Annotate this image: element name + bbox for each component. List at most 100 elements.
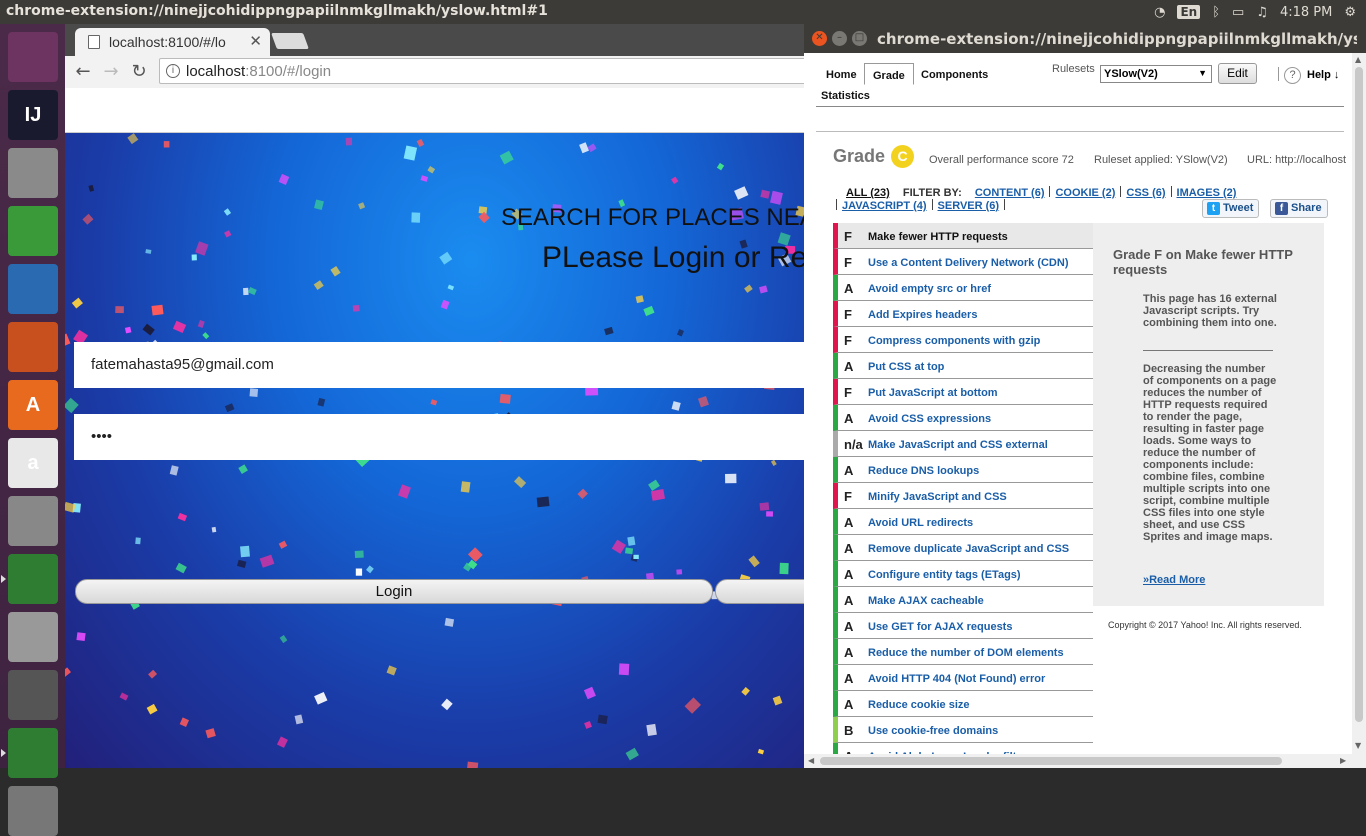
- rule-row[interactable]: A Configure entity tags (ETags): [833, 561, 1093, 587]
- rule-row[interactable]: A Reduce the number of DOM elements: [833, 639, 1093, 665]
- maximize-window-icon[interactable]: □: [852, 31, 867, 46]
- address-bar[interactable]: i localhost:8100/#/login: [159, 58, 819, 84]
- launcher-intellij-icon[interactable]: IJ: [8, 90, 58, 140]
- tweet-button[interactable]: t Tweet: [1202, 199, 1260, 218]
- rule-name[interactable]: Avoid empty src or href: [868, 283, 991, 295]
- rule-name[interactable]: Configure entity tags (ETags): [868, 569, 1021, 581]
- launcher-files-icon[interactable]: [8, 148, 58, 198]
- rule-name[interactable]: Avoid CSS expressions: [868, 413, 991, 425]
- launcher-ubuntu-dash-icon[interactable]: [8, 32, 58, 82]
- rule-name[interactable]: Compress components with gzip: [868, 335, 1040, 347]
- close-window-icon[interactable]: ✕: [812, 31, 827, 46]
- tab-statistics[interactable]: Statistics: [813, 84, 878, 106]
- launcher-chrome-2-icon[interactable]: [8, 728, 58, 778]
- filter-server[interactable]: SERVER (6): [938, 200, 1000, 212]
- filter-all[interactable]: ALL (23): [846, 187, 890, 199]
- browser-tab-login[interactable]: localhost:8100/#/lo ✕: [75, 28, 270, 56]
- filter-images[interactable]: IMAGES (2): [1177, 187, 1237, 199]
- tab-home[interactable]: Home: [818, 63, 865, 85]
- filter-cookie[interactable]: COOKIE (2): [1055, 187, 1115, 199]
- power-gear-icon[interactable]: ⚙: [1344, 5, 1356, 20]
- password-field[interactable]: ••••: [74, 414, 804, 460]
- volume-icon[interactable]: ♫: [1256, 5, 1268, 20]
- launcher-impress-icon[interactable]: [8, 322, 58, 372]
- launcher-software-center-icon[interactable]: A: [8, 380, 58, 430]
- minimize-window-icon[interactable]: –: [832, 31, 847, 46]
- rule-name[interactable]: Put CSS at top: [868, 361, 944, 373]
- rule-row[interactable]: F Use a Content Delivery Network (CDN): [833, 249, 1093, 275]
- wifi-icon[interactable]: ◔: [1154, 5, 1165, 20]
- rule-name[interactable]: Avoid URL redirects: [868, 517, 973, 529]
- scroll-down-arrow-icon[interactable]: ▼: [1355, 741, 1361, 750]
- launcher-amazon-icon[interactable]: a: [8, 438, 58, 488]
- rule-name[interactable]: Make JavaScript and CSS external: [868, 439, 1048, 451]
- email-field[interactable]: fatemahasta95@gmail.com: [74, 342, 804, 388]
- rule-name[interactable]: Put JavaScript at bottom: [868, 387, 998, 399]
- login-button[interactable]: Login: [75, 579, 713, 604]
- rule-row[interactable]: A Use GET for AJAX requests: [833, 613, 1093, 639]
- rule-row[interactable]: A Reduce cookie size: [833, 691, 1093, 717]
- rule-row[interactable]: A Avoid empty src or href: [833, 275, 1093, 301]
- rule-row[interactable]: A Avoid HTTP 404 (Not Found) error: [833, 665, 1093, 691]
- battery-icon[interactable]: ▭: [1232, 5, 1244, 20]
- horizontal-scrollbar[interactable]: ◀ ▶: [804, 754, 1366, 768]
- rule-name[interactable]: Add Expires headers: [868, 309, 977, 321]
- rule-row[interactable]: A Avoid URL redirects: [833, 509, 1093, 535]
- filter-javascript[interactable]: JAVASCRIPT (4): [842, 200, 927, 212]
- rule-name[interactable]: Use cookie-free domains: [868, 725, 998, 737]
- launcher-disk-icon[interactable]: [8, 612, 58, 662]
- rule-row[interactable]: F Add Expires headers: [833, 301, 1093, 327]
- launcher-trash-icon[interactable]: [8, 786, 58, 836]
- rule-name[interactable]: Make fewer HTTP requests: [868, 231, 1008, 243]
- rule-name[interactable]: Remove duplicate JavaScript and CSS: [868, 543, 1069, 555]
- bluetooth-icon[interactable]: ᛒ: [1212, 5, 1220, 20]
- filter-content[interactable]: CONTENT (6): [975, 187, 1045, 199]
- ruleset-select[interactable]: YSlow(V2) ▼: [1100, 65, 1212, 83]
- reload-icon[interactable]: ↻: [127, 60, 151, 84]
- rule-name[interactable]: Reduce cookie size: [868, 699, 970, 711]
- new-tab-button[interactable]: [271, 33, 309, 49]
- tab-grade[interactable]: Grade: [864, 63, 914, 85]
- site-info-icon[interactable]: i: [166, 64, 180, 78]
- rule-row[interactable]: AAvoid AlphaImageLoader filter: [833, 743, 1093, 754]
- scroll-left-arrow-icon[interactable]: ◀: [808, 756, 814, 765]
- launcher-settings-icon[interactable]: [8, 496, 58, 546]
- forward-arrow-icon[interactable]: →: [99, 60, 123, 84]
- rule-name[interactable]: Avoid HTTP 404 (Not Found) error: [868, 673, 1045, 685]
- rule-row[interactable]: A Avoid CSS expressions: [833, 405, 1093, 431]
- rule-row[interactable]: n/a Make JavaScript and CSS external: [833, 431, 1093, 457]
- rule-name[interactable]: Minify JavaScript and CSS: [868, 491, 1007, 503]
- vertical-scrollbar[interactable]: ▲ ▼: [1352, 53, 1366, 754]
- rule-row[interactable]: A Make AJAX cacheable: [833, 587, 1093, 613]
- rule-row[interactable]: F Compress components with gzip: [833, 327, 1093, 353]
- clock[interactable]: 4:18 PM: [1280, 5, 1332, 20]
- rule-name[interactable]: Reduce DNS lookups: [868, 465, 979, 477]
- rule-row[interactable]: F Put JavaScript at bottom: [833, 379, 1093, 405]
- launcher-scanner-icon[interactable]: [8, 670, 58, 720]
- read-more-link[interactable]: »Read More: [1143, 574, 1205, 586]
- rule-row[interactable]: A Put CSS at top: [833, 353, 1093, 379]
- register-button[interactable]: [715, 579, 804, 604]
- scroll-up-arrow-icon[interactable]: ▲: [1355, 55, 1361, 64]
- rule-name[interactable]: Use a Content Delivery Network (CDN): [868, 257, 1069, 269]
- vertical-scroll-thumb[interactable]: [1355, 67, 1363, 722]
- help-question-icon[interactable]: ?: [1284, 67, 1301, 84]
- filter-css[interactable]: CSS (6): [1126, 187, 1165, 199]
- help-menu[interactable]: Help ↓: [1307, 69, 1339, 81]
- rule-row[interactable]: A Reduce DNS lookups: [833, 457, 1093, 483]
- horizontal-scroll-thumb[interactable]: [820, 757, 1282, 765]
- rule-row[interactable]: F Minify JavaScript and CSS: [833, 483, 1093, 509]
- launcher-writer-icon[interactable]: [8, 264, 58, 314]
- rule-name[interactable]: Make AJAX cacheable: [868, 595, 984, 607]
- rule-row[interactable]: F Make fewer HTTP requests: [833, 223, 1093, 249]
- launcher-calc-icon[interactable]: [8, 206, 58, 256]
- scroll-right-arrow-icon[interactable]: ▶: [1340, 756, 1346, 765]
- tab-components[interactable]: Components: [913, 63, 996, 85]
- facebook-share-button[interactable]: f Share: [1270, 199, 1328, 218]
- close-tab-icon[interactable]: ✕: [249, 32, 262, 50]
- launcher-chrome-icon[interactable]: [8, 554, 58, 604]
- rule-row[interactable]: A Remove duplicate JavaScript and CSS: [833, 535, 1093, 561]
- keyboard-layout-indicator[interactable]: En: [1177, 5, 1201, 19]
- back-arrow-icon[interactable]: ←: [71, 60, 95, 84]
- edit-ruleset-button[interactable]: Edit: [1218, 63, 1257, 84]
